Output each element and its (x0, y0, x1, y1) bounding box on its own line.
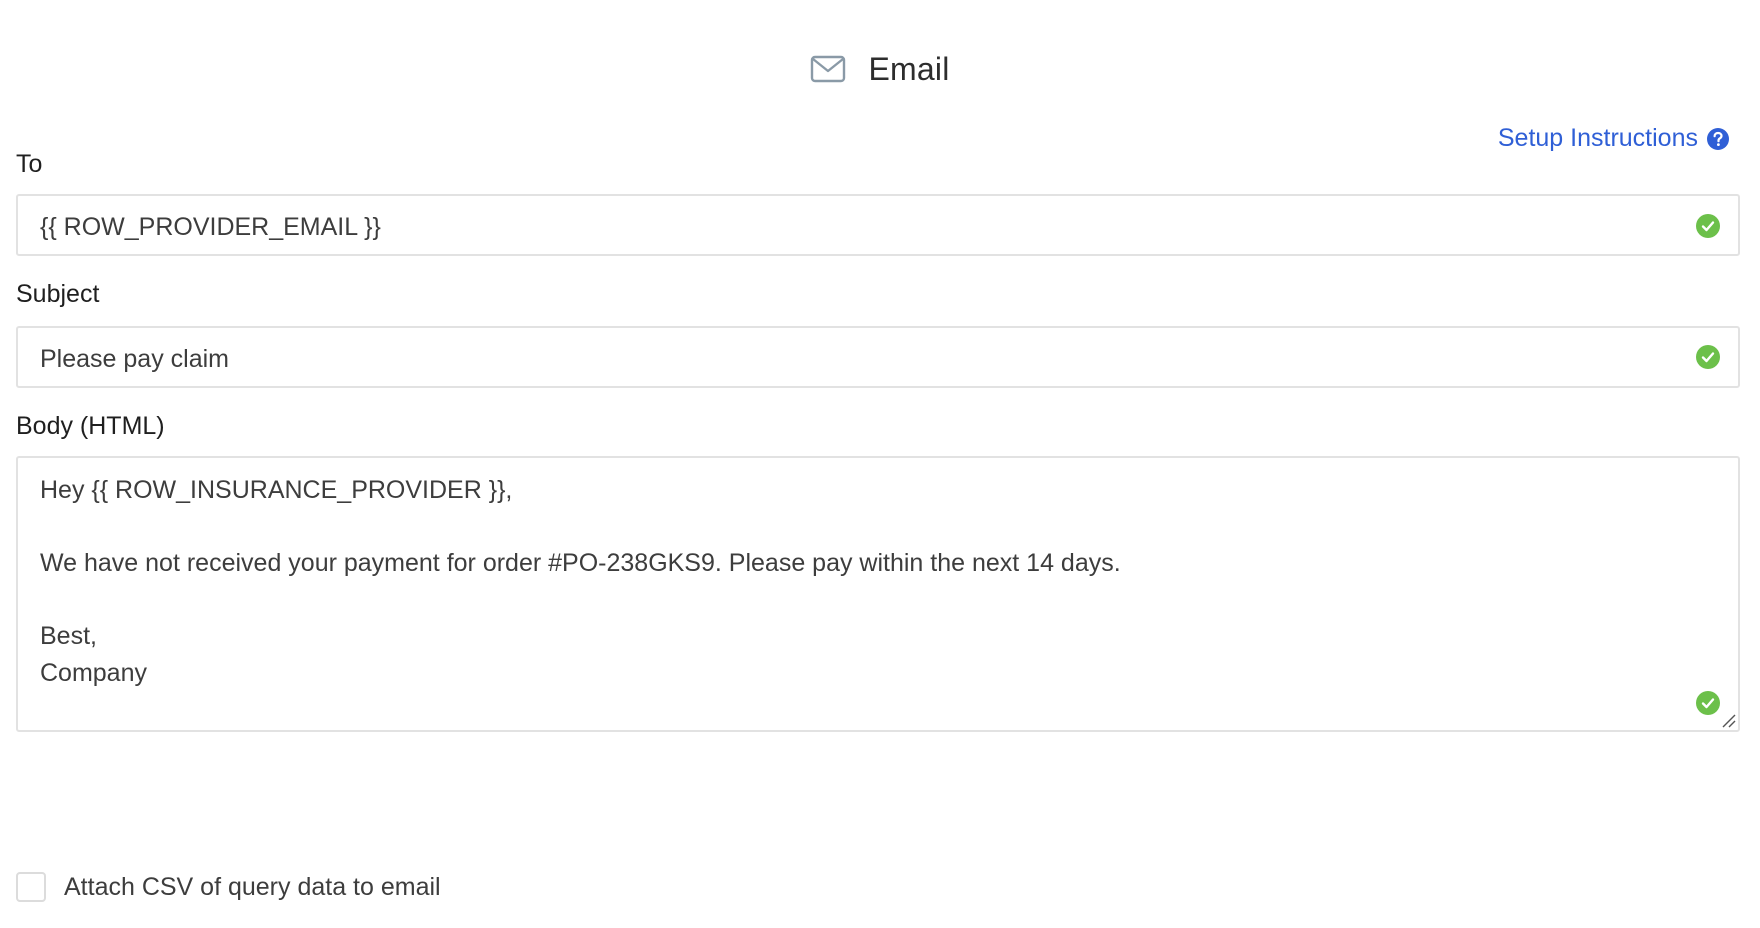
envelope-icon (810, 55, 846, 83)
subject-label: Subject (16, 280, 100, 308)
body-line: Company (40, 659, 147, 687)
question-circle-icon (1706, 127, 1730, 151)
resize-handle-icon[interactable] (1720, 712, 1736, 728)
attach-csv-label: Attach CSV of query data to email (64, 872, 441, 901)
check-circle-icon (1695, 690, 1721, 716)
check-circle-icon (1695, 344, 1721, 370)
setup-instructions-label: Setup Instructions (1497, 124, 1698, 152)
check-circle-icon (1695, 213, 1721, 239)
body-line: Hey {{ ROW_INSURANCE_PROVIDER }}, (40, 476, 513, 504)
body-line: Best, (40, 622, 97, 650)
to-label: To (16, 150, 43, 178)
to-value: {{ ROW_PROVIDER_EMAIL }} (40, 213, 381, 241)
page-title: Email (868, 50, 950, 87)
to-field[interactable]: {{ ROW_PROVIDER_EMAIL }} (16, 194, 1740, 256)
page-header: Email (0, 44, 1760, 94)
body-textarea[interactable]: Hey {{ ROW_INSURANCE_PROVIDER }}, We hav… (16, 456, 1740, 732)
subject-value: Please pay claim (40, 345, 229, 373)
subject-field[interactable]: Please pay claim (16, 326, 1740, 388)
setup-instructions-link[interactable]: Setup Instructions (1498, 124, 1730, 153)
body-line: We have not received your payment for or… (40, 549, 1121, 577)
attach-csv-checkbox[interactable] (16, 872, 46, 902)
attach-csv-option[interactable]: Attach CSV of query data to email (16, 872, 441, 902)
body-label: Body (HTML) (16, 412, 165, 440)
